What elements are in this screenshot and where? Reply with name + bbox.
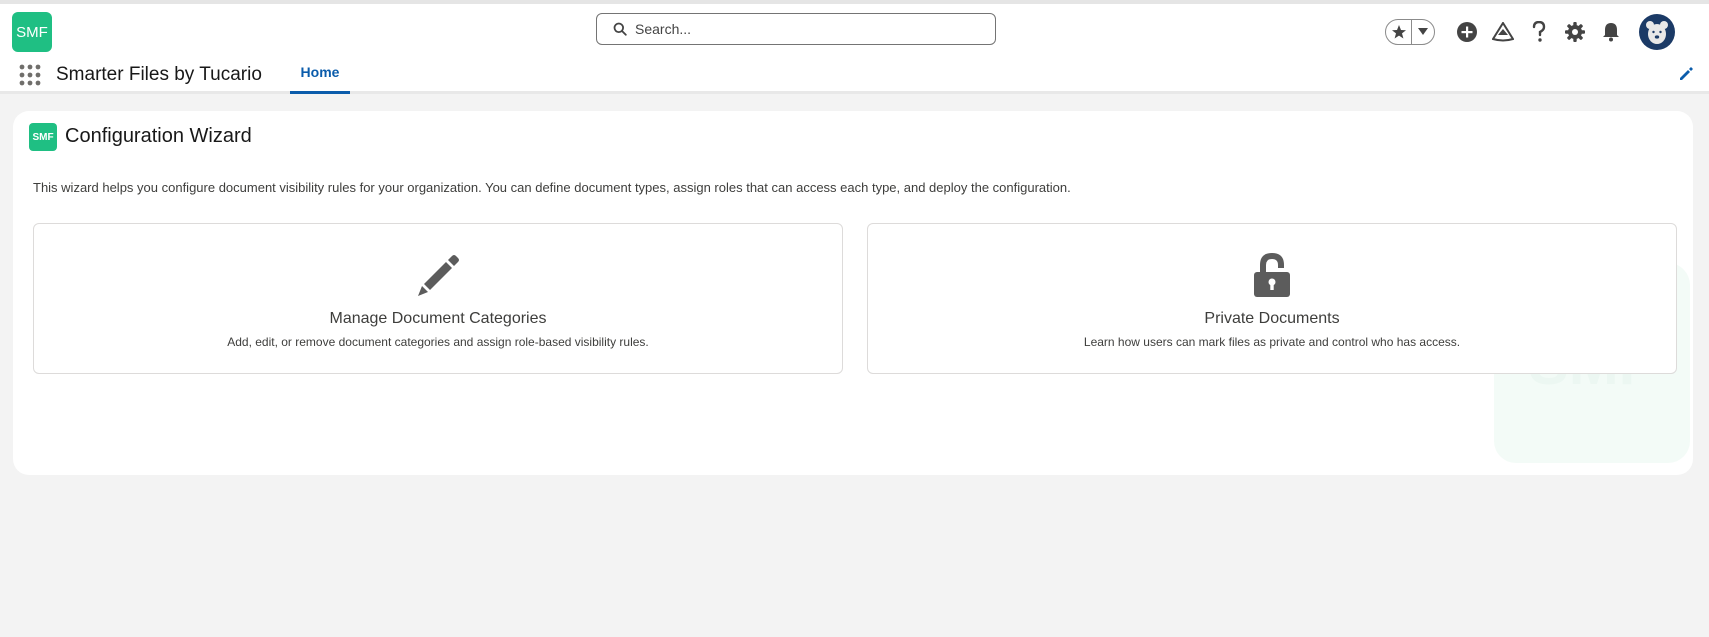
wizard-description: This wizard helps you configure document… bbox=[33, 180, 1071, 195]
trailhead-icon[interactable] bbox=[1485, 14, 1521, 50]
tab-home-label: Home bbox=[300, 63, 340, 80]
app-navigation-bar: Smarter Files by Tucario Home bbox=[0, 58, 1709, 94]
pencil-icon bbox=[418, 255, 459, 296]
user-avatar[interactable] bbox=[1639, 14, 1675, 50]
global-actions-plus-icon[interactable] bbox=[1449, 14, 1485, 50]
configuration-wizard-card: SMF Configuration Wizard This wizard hel… bbox=[13, 111, 1693, 475]
manage-document-categories-tile[interactable]: Manage Document Categories Add, edit, or… bbox=[33, 223, 843, 374]
page-title: Configuration Wizard bbox=[65, 125, 252, 147]
card-logo: SMF bbox=[29, 123, 57, 151]
app-name: Smarter Files by Tucario bbox=[56, 64, 262, 85]
edit-nav-pencil-icon[interactable] bbox=[1678, 66, 1694, 82]
global-search[interactable] bbox=[596, 13, 996, 45]
tile-title: Manage Document Categories bbox=[329, 310, 547, 327]
lock-icon bbox=[1254, 253, 1290, 297]
search-icon bbox=[613, 22, 627, 36]
tab-home[interactable]: Home bbox=[290, 58, 350, 94]
notifications-bell-icon[interactable] bbox=[1593, 14, 1629, 50]
favorites-dropdown-icon[interactable] bbox=[1412, 20, 1434, 44]
search-input[interactable] bbox=[635, 21, 975, 37]
global-header: SMF bbox=[0, 0, 1709, 58]
favorites-star-icon[interactable] bbox=[1386, 20, 1412, 44]
app-logo[interactable]: SMF bbox=[12, 12, 52, 52]
private-documents-tile[interactable]: Private Documents Learn how users can ma… bbox=[867, 223, 1677, 374]
tile-title: Private Documents bbox=[1204, 310, 1340, 327]
header-utility-icons bbox=[1385, 14, 1675, 50]
setup-gear-icon[interactable] bbox=[1557, 14, 1593, 50]
help-icon[interactable] bbox=[1521, 14, 1557, 50]
tile-subtitle: Add, edit, or remove document categories… bbox=[227, 335, 649, 349]
tile-subtitle: Learn how users can mark files as privat… bbox=[1083, 335, 1461, 349]
app-launcher-icon[interactable] bbox=[18, 63, 42, 87]
favorites-group bbox=[1385, 19, 1435, 45]
